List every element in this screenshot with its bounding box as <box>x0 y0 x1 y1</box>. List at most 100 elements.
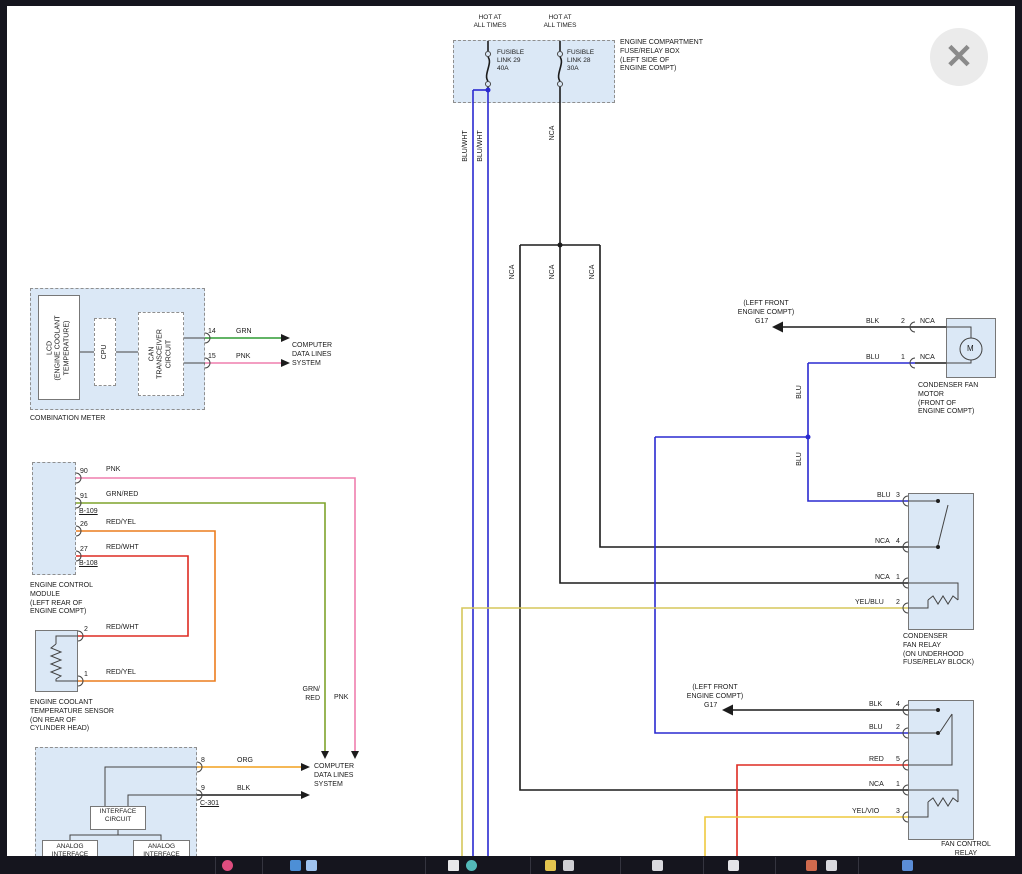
wire-label-nca: NCA <box>875 538 890 547</box>
taskbar-separator <box>620 857 621 874</box>
wire-label-nca: NCA <box>589 265 597 280</box>
taskbar-icon[interactable] <box>806 860 817 871</box>
combination-meter-label: COMBINATION METER <box>30 415 105 424</box>
wire-label-blu: BLU <box>869 724 883 733</box>
pin-number-1: 1 <box>901 354 905 363</box>
taskbar-separator <box>858 857 859 874</box>
pin-number-2: 2 <box>84 626 88 635</box>
arrow-right-icon <box>301 791 310 799</box>
fusible-link-29-label: FUSIBLE LINK 29 40A <box>497 49 524 73</box>
coolant-temp-sensor-box <box>35 630 78 692</box>
wire-label-blk: BLK <box>866 318 879 327</box>
taskbar-icon[interactable] <box>728 860 739 871</box>
wire-label-grn: GRN <box>236 328 252 337</box>
ground-location-label: (LEFT FRONT ENGINE COMPT) <box>680 684 750 702</box>
wiring-diagram-page: HOT AT ALL TIMES HOT AT ALL TIMES FUSIBL… <box>0 0 1022 874</box>
pin-number-8: 8 <box>201 757 205 766</box>
condenser-fan-motor-label: CONDENSER FAN MOTOR (FRONT OF ENGINE COM… <box>918 382 978 417</box>
wire-label-yelvio: YEL/VIO <box>852 808 879 817</box>
taskbar-icon[interactable] <box>652 860 663 871</box>
wire-nca-to-condenser-relay-1 <box>560 245 908 583</box>
connector-id-b108[interactable]: B-108 <box>79 560 98 569</box>
fusible-link-28-label: FUSIBLE LINK 28 30A <box>567 49 594 73</box>
taskbar-icon[interactable] <box>902 860 913 871</box>
taskbar-separator <box>215 857 216 874</box>
wires-blue <box>473 90 915 856</box>
wire-label-redwht: RED/WHT <box>106 544 139 553</box>
arrow-right-icon <box>281 359 290 367</box>
taskbar-separator <box>703 857 704 874</box>
wire-label-grnred: GRN/ RED <box>296 686 320 704</box>
hot-at-label: HOT AT ALL TIMES <box>537 14 583 30</box>
pin-number-26: 26 <box>80 521 88 530</box>
wire-label-nca: NCA <box>549 126 557 141</box>
wire-label-red: RED <box>869 756 884 765</box>
pin-number-14: 14 <box>208 328 216 337</box>
cpu-label: CPU <box>101 345 109 360</box>
lcd-label: LCD (ENGINE COOLANT TEMPERATURE) <box>46 316 71 381</box>
motor-m-symbol: M <box>967 344 974 354</box>
taskbar-icon[interactable] <box>448 860 459 871</box>
taskbar-separator <box>530 857 531 874</box>
fan-control-relay-box <box>908 700 974 840</box>
taskbar-icon[interactable] <box>826 860 837 871</box>
wire-label-redwht: RED/WHT <box>106 624 139 633</box>
can-transceiver-label: CAN TRANSCEIVER CIRCUIT <box>148 329 173 379</box>
ground-symbols <box>722 322 783 716</box>
wire-label-blk: BLK <box>869 701 882 710</box>
ground-id-g17: G17 <box>704 702 717 711</box>
engine-control-module-box <box>32 462 76 575</box>
taskbar-icon[interactable] <box>306 860 317 871</box>
wires-black <box>197 41 946 795</box>
arrow-down-icon <box>351 751 359 759</box>
taskbar-icon[interactable] <box>466 860 477 871</box>
wire-blu-to-condenser-relay <box>808 363 908 501</box>
wire-label-redyel: RED/YEL <box>106 669 136 678</box>
condenser-fan-relay-label: CONDENSER FAN RELAY (ON UNDERHOOD FUSE/R… <box>903 633 974 668</box>
taskbar-icon[interactable] <box>222 860 233 871</box>
computer-data-lines-label: COMPUTER DATA LINES SYSTEM <box>314 763 354 789</box>
coolant-temp-sensor-label: ENGINE COOLANT TEMPERATURE SENSOR (ON RE… <box>30 699 114 734</box>
wire-label-yelblu: YEL/BLU <box>855 599 884 608</box>
pin-number-3: 3 <box>896 808 900 817</box>
pin-number-1: 1 <box>84 671 88 680</box>
junction-dots <box>486 88 941 736</box>
wire-yelvio <box>705 817 908 856</box>
connector-id-c301[interactable]: C-301 <box>200 800 219 809</box>
pin-number-2: 2 <box>896 724 900 733</box>
window-frame-right <box>1015 0 1022 874</box>
arrow-down-icon <box>321 751 329 759</box>
pin-number-9: 9 <box>201 785 205 794</box>
pin-number-3: 3 <box>896 492 900 501</box>
wire-label-org: ORG <box>237 757 253 766</box>
taskbar-icon[interactable] <box>290 860 301 871</box>
wire-red-fan-relay <box>737 765 908 856</box>
wire-label-grnred: GRN/RED <box>106 491 138 500</box>
pin-number-2: 2 <box>901 318 905 327</box>
connector-id-b109[interactable]: B-109 <box>79 508 98 517</box>
wire-label-blu: BLU <box>796 452 804 466</box>
wires-yelblu <box>462 608 908 856</box>
taskbar-icon[interactable] <box>563 860 574 871</box>
wire-label-nca: NCA <box>869 781 884 790</box>
close-button[interactable]: ✕ <box>930 28 988 86</box>
data-line-arrows <box>281 334 359 799</box>
pin-arc <box>910 322 915 332</box>
pin-number-1: 1 <box>896 781 900 790</box>
wire-label-pnk: PNK <box>236 353 250 362</box>
computer-data-lines-label: COMPUTER DATA LINES SYSTEM <box>292 342 332 368</box>
pin-number-4: 4 <box>896 538 900 547</box>
wire-label-redyel: RED/YEL <box>106 519 136 528</box>
condenser-fan-relay-box <box>908 493 974 630</box>
taskbar-icon[interactable] <box>545 860 556 871</box>
engine-control-module-label: ENGINE CONTROL MODULE (LEFT REAR OF ENGI… <box>30 582 93 617</box>
wire-redyel <box>76 531 215 681</box>
pin-number-1: 1 <box>896 574 900 583</box>
wire-label-blu: BLU <box>796 385 804 399</box>
pin-arc <box>910 358 915 368</box>
hot-at-label: HOT AT ALL TIMES <box>467 14 513 30</box>
taskbar <box>0 856 1022 874</box>
interface-circuit-label: INTERFACE CIRCUIT <box>90 808 146 824</box>
window-frame-top <box>0 0 1022 6</box>
ground-icon <box>772 322 783 333</box>
